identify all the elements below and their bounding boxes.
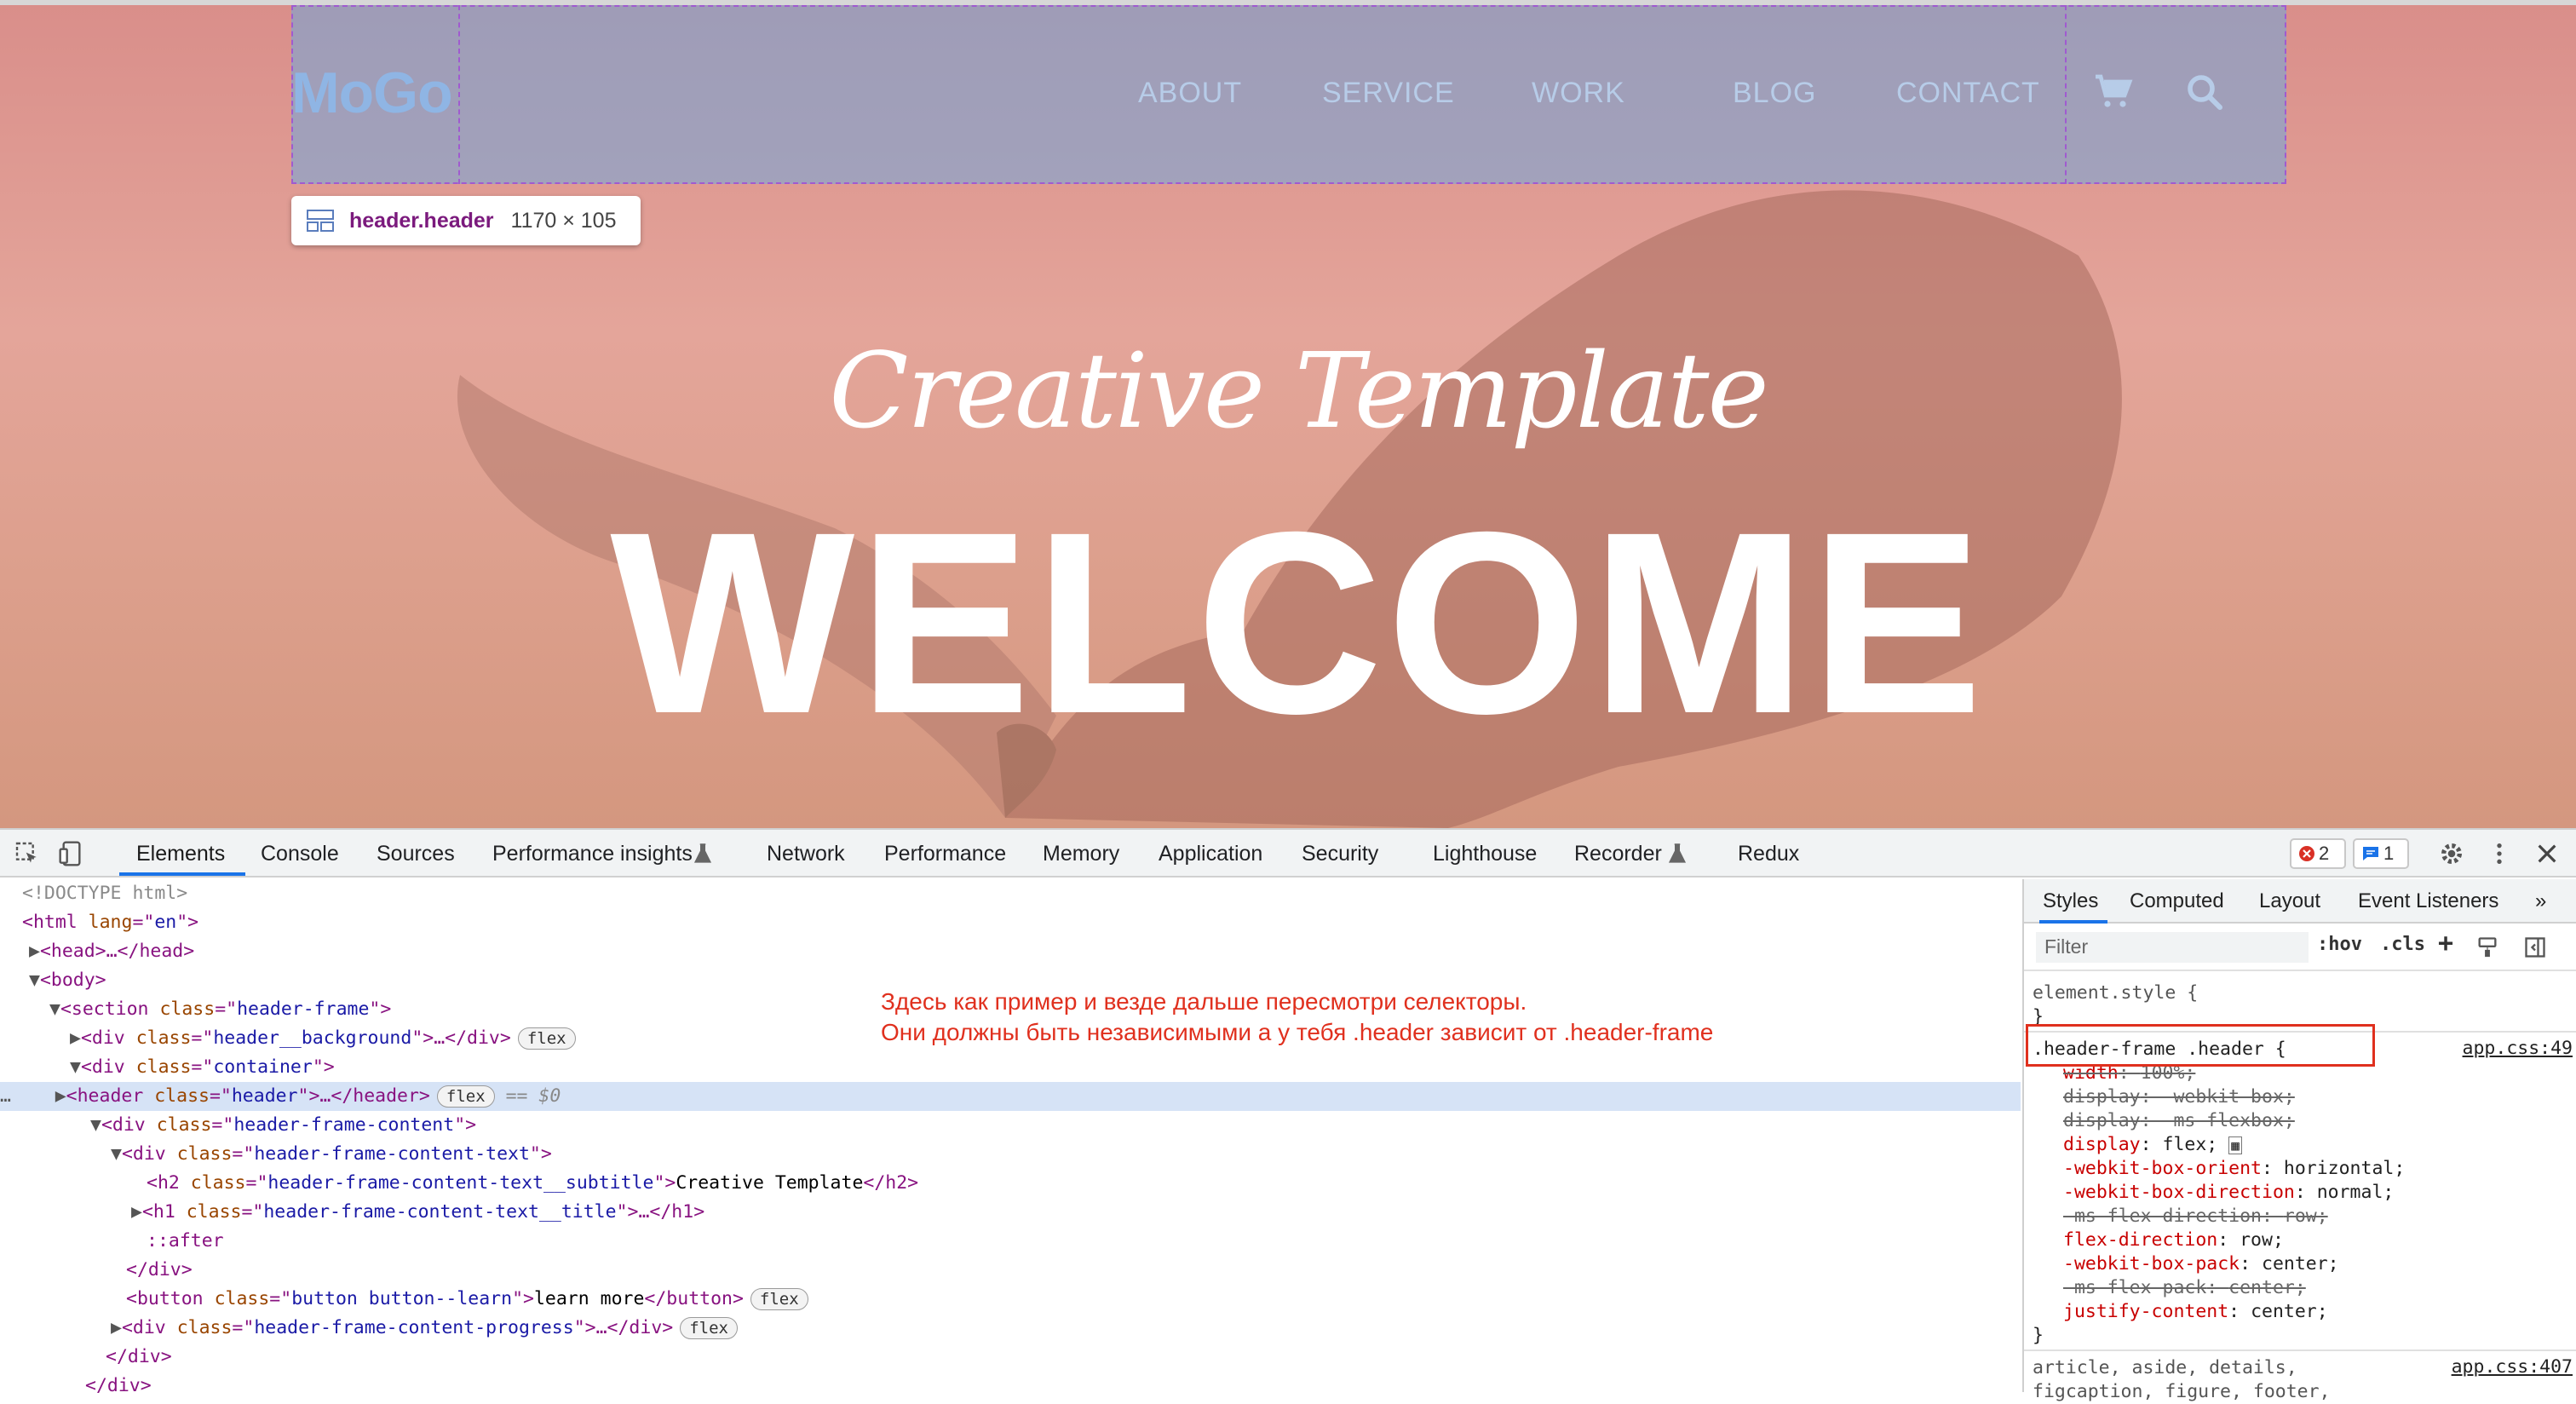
nav-item-about[interactable]: ABOUT	[1138, 77, 1242, 110]
subtab-layout[interactable]: Layout	[2259, 889, 2320, 913]
dom-node-header-selected[interactable]: … ▶<header class="header">…</header> flex…	[0, 1082, 2021, 1111]
subtab-computed[interactable]: Computed	[2130, 889, 2224, 913]
webpage-viewport: MoGo ABOUT SERVICE WORK BLOG CONTACT hea…	[0, 0, 2576, 828]
tab-redux[interactable]: Redux	[1738, 842, 1799, 866]
messages-count: 1	[2383, 843, 2395, 864]
hero-title: WELCOME	[610, 479, 1987, 768]
dom-node-container[interactable]: ▼<div class="container">	[70, 1053, 2090, 1082]
rule-divider	[2024, 1349, 2576, 1351]
more-options-icon[interactable]	[2486, 840, 2513, 867]
css-declaration[interactable]: -ms-flex-pack: center;	[2063, 1276, 2306, 1300]
subtab-styles[interactable]: Styles	[2043, 889, 2098, 913]
tooltip-size: 1170 × 105	[510, 208, 617, 233]
dom-node-head[interactable]: ▶<head>…</head>	[29, 937, 2050, 966]
css-declaration[interactable]: justify-content: center;	[2063, 1300, 2328, 1324]
tooltip-tag-name: header.header	[349, 208, 494, 233]
dom-node-close-div[interactable]: </div>	[106, 1343, 2126, 1372]
dom-node-content-progress[interactable]: ▶<div class="header-frame-content-progre…	[111, 1314, 2131, 1343]
dom-node-html[interactable]: <html lang="en">	[22, 908, 2043, 937]
dom-node-h1-title[interactable]: ▶<h1 class="header-frame-content-text__t…	[131, 1198, 2152, 1227]
flex-badge[interactable]: flex	[436, 1085, 495, 1108]
nav-item-work[interactable]: WORK	[1532, 77, 1625, 110]
experiment-flask-icon	[693, 843, 712, 863]
devtools-panel: Elements Console Sources Performance ins…	[0, 828, 2576, 1402]
review-note: Здесь как пример и везде дальше пересмот…	[881, 987, 1713, 1048]
cls-toggle[interactable]: .cls	[2380, 934, 2425, 955]
search-icon[interactable]	[2184, 72, 2225, 112]
dom-node-close-div[interactable]: </div>	[126, 1256, 2147, 1285]
styles-filter-row: Filter :hov .cls +	[2024, 924, 2576, 971]
experiment-flask-icon	[1668, 843, 1687, 863]
css-declaration[interactable]: display: -webkit-box;	[2063, 1085, 2295, 1109]
device-toolbar-icon[interactable]	[58, 840, 85, 867]
add-rule-plus-icon[interactable]: +	[2438, 929, 2453, 958]
errors-count: 2	[2319, 843, 2330, 864]
nav-item-service[interactable]: SERVICE	[1322, 77, 1455, 110]
tab-performance[interactable]: Performance	[884, 842, 1006, 866]
tab-lighthouse[interactable]: Lighthouse	[1433, 842, 1537, 866]
css-declaration[interactable]: -webkit-box-direction: normal;	[2063, 1181, 2394, 1205]
tab-performance-insights[interactable]: Performance insights	[492, 842, 693, 866]
tab-elements[interactable]: Elements	[136, 842, 225, 866]
tab-recorder[interactable]: Recorder	[1574, 842, 1662, 866]
more-tabs-chevron-icon[interactable]: »	[2535, 889, 2546, 913]
css-declaration[interactable]: -ms-flex-direction: row;	[2063, 1205, 2328, 1228]
styles-pane: Styles Computed Layout Event Listeners »…	[2022, 879, 2576, 1402]
tab-elements-underline	[119, 872, 245, 876]
message-icon	[2363, 847, 2378, 860]
review-note-line-1: Здесь как пример и везде дальше пересмот…	[881, 988, 1527, 1015]
inspect-element-icon[interactable]	[14, 840, 41, 867]
site-logo[interactable]: MoGo	[291, 60, 453, 126]
css-declaration[interactable]: display: -ms-flexbox;	[2063, 1109, 2295, 1133]
tab-sources[interactable]: Sources	[377, 842, 455, 866]
dom-node-close-div[interactable]: </div>	[85, 1372, 2106, 1401]
cart-icon[interactable]	[2092, 72, 2133, 112]
close-icon[interactable]	[2533, 840, 2561, 867]
flex-layout-icon	[307, 210, 334, 232]
next-rule-selector[interactable]: article, aside, details,	[2033, 1356, 2297, 1380]
styles-subtabs: Styles Computed Layout Event Listeners »	[2024, 879, 2576, 924]
messages-badge[interactable]: 1	[2353, 838, 2409, 869]
next-rule-selector-cont: figcaption, figure, footer,	[2033, 1381, 2331, 1402]
css-source-link[interactable]: app.css:49	[2463, 1038, 2573, 1059]
tab-memory[interactable]: Memory	[1043, 842, 1119, 866]
hero-subtitle: Creative Template	[829, 331, 1768, 452]
flex-badge[interactable]: flex	[680, 1317, 738, 1339]
dom-node-header-frame-content[interactable]: ▼<div class="header-frame-content">	[90, 1111, 2111, 1140]
subtab-event-listeners[interactable]: Event Listeners	[2358, 889, 2498, 913]
devtools-tabbar: Elements Console Sources Performance ins…	[0, 830, 2576, 878]
flex-badge[interactable]: flex	[517, 1027, 576, 1050]
styles-filter-input[interactable]: Filter	[2036, 932, 2309, 963]
inspect-tooltip: header.header 1170 × 105	[291, 196, 641, 245]
review-note-line-2: Они должны быть независимыми а у тебя .h…	[881, 1019, 1714, 1045]
errors-badge[interactable]: 2	[2290, 838, 2346, 869]
dom-node-button-learn[interactable]: <button class="button button--learn">lea…	[126, 1285, 2147, 1314]
css-declaration[interactable]: display: flex; ▦	[2063, 1133, 2242, 1158]
flexbox-editor-icon[interactable]: ▦	[2228, 1136, 2242, 1154]
tab-console[interactable]: Console	[261, 842, 339, 866]
toggle-sidebar-icon[interactable]	[2523, 935, 2547, 959]
element-style-selector: element.style {	[2033, 982, 2199, 1004]
flex-badge[interactable]: flex	[750, 1288, 808, 1310]
paint-brush-icon[interactable]	[2475, 935, 2499, 959]
review-highlight-box	[2026, 1024, 2375, 1067]
dom-node-doctype[interactable]: <!DOCTYPE html>	[22, 879, 2043, 908]
next-rule-source-link[interactable]: app.css:407	[2452, 1356, 2573, 1378]
dom-node-h2-subtitle[interactable]: <h2 class="header-frame-content-text__su…	[147, 1169, 2167, 1198]
nav-item-contact[interactable]: CONTACT	[1896, 77, 2040, 110]
tab-security[interactable]: Security	[1302, 842, 1378, 866]
tab-application[interactable]: Application	[1159, 842, 1262, 866]
css-declaration[interactable]: flex-direction: row;	[2063, 1228, 2284, 1252]
nav-item-blog[interactable]: BLOG	[1733, 77, 1816, 110]
css-declaration[interactable]: -webkit-box-orient: horizontal;	[2063, 1157, 2405, 1181]
tab-network[interactable]: Network	[767, 842, 845, 866]
settings-gear-icon[interactable]	[2438, 840, 2465, 867]
css-declaration[interactable]: -webkit-box-pack: center;	[2063, 1252, 2339, 1276]
dom-node-content-text[interactable]: ▼<div class="header-frame-content-text">	[111, 1140, 2131, 1169]
error-icon	[2299, 846, 2314, 861]
elements-tree: <!DOCTYPE html> <html lang="en"> ▶<head>…	[0, 879, 2021, 1396]
css-rule-close: }	[2033, 1325, 2044, 1346]
dom-node-after-pseudo[interactable]: ::after	[147, 1227, 2167, 1256]
hov-toggle[interactable]: :hov	[2317, 934, 2362, 955]
